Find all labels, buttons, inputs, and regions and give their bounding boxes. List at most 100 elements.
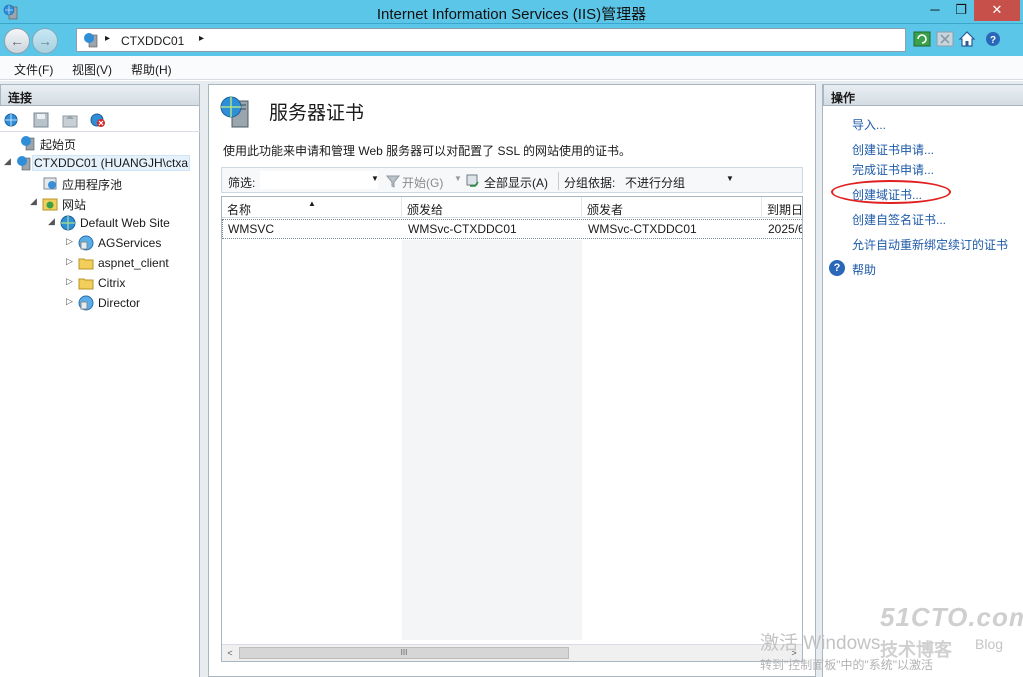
group-by-dropdown-arrow[interactable]: ▼ — [726, 174, 734, 183]
tree-node-label: AGServices — [98, 236, 162, 250]
scroll-thumb[interactable]: III — [239, 647, 569, 659]
action-complete-certificate-request[interactable]: 完成证书申请... — [852, 161, 934, 178]
sort-ascending-icon: ▲ — [308, 199, 316, 208]
action-create-self-signed-certificate[interactable]: 创建自签名证书... — [852, 211, 946, 228]
red-highlight-ring — [831, 180, 951, 204]
server-icon — [17, 156, 31, 171]
server-certificates-pane: 服务器证书 使用此功能来申请和管理 Web 服务器可以对配置了 SSL 的网站使… — [208, 84, 816, 677]
tree-node-label: CTXDDC01 (HUANGJH\ctxa — [32, 155, 191, 171]
minimize-button[interactable]: ─ — [922, 0, 948, 21]
tree-node-sites[interactable]: ◢ 网站 — [30, 194, 200, 212]
column-header-issued-by[interactable]: 颁发者 — [582, 197, 762, 218]
start-page-icon — [21, 136, 35, 151]
save-icon[interactable] — [33, 112, 49, 128]
maximize-button[interactable]: ❐ — [948, 0, 974, 21]
funnel-icon — [386, 175, 400, 188]
tree-node-start-page[interactable]: 起始页 — [8, 134, 198, 152]
cell-issued-to: WMSvc-CTXDDC01 — [408, 222, 517, 236]
cell-expiration: 2025/6 — [768, 222, 803, 236]
tree-node-director[interactable]: ▷ Director — [66, 294, 200, 312]
window-title: Internet Information Services (IIS)管理器 — [376, 6, 647, 23]
help-dropdown-icon[interactable]: ? — [985, 30, 1003, 48]
column-header-expiration[interactable]: 到期日 — [762, 197, 802, 218]
filter-dropdown-arrow[interactable]: ▼ — [371, 174, 379, 183]
horizontal-scrollbar[interactable]: < III > — [222, 644, 802, 661]
breadcrumb-separator[interactable]: ▸ — [105, 33, 110, 44]
help-icon: ? — [829, 260, 845, 276]
column-header-label: 名称 — [227, 203, 252, 217]
tree-node-label: Citrix — [98, 276, 126, 290]
tree-node-aspnet-client[interactable]: ▷ aspnet_client — [66, 254, 200, 272]
connect-icon[interactable] — [4, 112, 20, 128]
start-dropdown-arrow[interactable]: ▼ — [454, 174, 462, 183]
menu-help[interactable]: 帮助(H) — [131, 61, 172, 78]
tree-node-citrix[interactable]: ▷ Citrix — [66, 274, 200, 292]
connections-title: 连接 — [0, 84, 200, 106]
activate-windows-watermark: 激活 Windows — [760, 633, 881, 654]
address-bar: ← → ▸ CTXDDC01 ▸ ? — [0, 24, 1023, 56]
tree-node-default-web-site[interactable]: ◢ Default Web Site — [48, 214, 200, 232]
stop-icon[interactable] — [936, 30, 954, 48]
app-pool-icon — [43, 177, 57, 190]
tree-expander[interactable]: ◢ — [48, 216, 58, 227]
tree-node-label: 网站 — [62, 198, 87, 212]
tree-node-label: aspnet_client — [98, 256, 169, 270]
column-header-name[interactable]: 名称 ▲ — [222, 197, 402, 218]
back-button[interactable]: ← — [4, 28, 30, 54]
action-help[interactable]: 帮助 — [852, 261, 876, 278]
tree-node-label: 应用程序池 — [62, 178, 123, 192]
folder-icon — [78, 278, 94, 290]
connections-toolbar — [0, 108, 200, 132]
web-app-icon — [78, 235, 94, 251]
tree-expander[interactable]: ▷ — [66, 296, 76, 307]
page-description: 使用此功能来申请和管理 Web 服务器可以对配置了 SSL 的网站使用的证书。 — [223, 144, 632, 158]
group-by-label: 分组依据: — [564, 176, 616, 190]
home-icon[interactable] — [958, 30, 976, 48]
tree-expander[interactable]: ▷ — [66, 236, 76, 247]
breadcrumb-server[interactable]: CTXDDC01 — [121, 34, 184, 48]
cell-name: WMSVC — [228, 222, 274, 236]
breadcrumb-separator[interactable]: ▸ — [199, 33, 204, 44]
tree-node-agservices[interactable]: ▷ AGServices — [66, 234, 200, 252]
tree-node-label: 起始页 — [40, 138, 77, 152]
tree-node-label: Director — [98, 296, 141, 310]
toolbar-divider — [558, 172, 559, 190]
up-level-icon[interactable] — [62, 112, 78, 128]
list-header: 名称 ▲ 颁发给 颁发者 到期日 — [222, 197, 802, 218]
tree-expander[interactable]: ▷ — [66, 276, 76, 287]
table-row[interactable]: WMSVC WMSvc-CTXDDC01 WMSvc-CTXDDC01 2025… — [222, 219, 803, 239]
tree-node-server[interactable]: ◢ CTXDDC01 (HUANGJH\ctxa — [4, 154, 200, 172]
column-header-issued-to[interactable]: 颁发给 — [402, 197, 582, 218]
show-all-button[interactable]: 全部显示(A) — [484, 174, 548, 191]
connections-panel: 连接 起始页 ◢ CTXDDC01 (HUANGJH\ctxa 应用程序池 ◢ … — [0, 84, 200, 677]
close-button[interactable]: ✕ — [974, 0, 1020, 21]
menu-bar: 文件(F) 视图(V) 帮助(H) — [0, 56, 1023, 80]
tree-expander[interactable]: ▷ — [66, 256, 76, 267]
svg-text:?: ? — [990, 35, 996, 46]
disconnect-icon[interactable] — [90, 112, 106, 128]
tree-node-app-pools[interactable]: 应用程序池 — [30, 174, 200, 192]
address-field[interactable]: ▸ CTXDDC01 ▸ — [76, 28, 906, 52]
action-create-certificate-request[interactable]: 创建证书申请... — [852, 141, 934, 158]
forward-button[interactable]: → — [32, 28, 58, 54]
scroll-left-button[interactable]: < — [222, 646, 238, 660]
folder-icon — [78, 258, 94, 270]
menu-view[interactable]: 视图(V) — [72, 61, 112, 78]
site-watermark-blog: Blog — [975, 636, 1004, 652]
globe-icon — [60, 215, 76, 231]
filter-label: 筛选: — [228, 176, 256, 190]
action-import[interactable]: 导入... — [852, 116, 886, 133]
start-filter-button[interactable]: 开始(G) — [402, 174, 443, 191]
web-app-icon — [78, 295, 94, 311]
action-enable-auto-rebind[interactable]: 允许自动重新绑定续订的证书 — [852, 236, 1008, 253]
menu-file[interactable]: 文件(F) — [14, 61, 53, 78]
tree-expander[interactable]: ◢ — [4, 156, 14, 167]
actions-title: 操作 — [823, 84, 1023, 106]
actions-panel: 操作 导入... 创建证书申请... 完成证书申请... 创建域证书... 创建… — [822, 84, 1023, 677]
filter-input[interactable] — [260, 171, 378, 189]
group-by-select[interactable]: 不进行分组 — [625, 174, 685, 191]
filter-toolbar: 筛选: ▼ 开始(G) ▼ 全部显示(A) 分组依据: 不进行分组 ▼ — [221, 167, 803, 193]
show-all-icon — [466, 174, 479, 187]
refresh-icon[interactable] — [913, 30, 931, 48]
tree-expander[interactable]: ◢ — [30, 196, 40, 207]
